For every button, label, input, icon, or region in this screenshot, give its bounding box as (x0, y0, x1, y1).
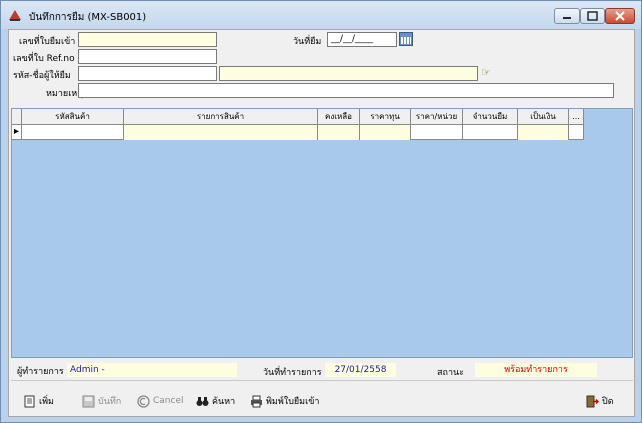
save-label: บันทึก (98, 397, 122, 407)
cell-cost[interactable] (360, 125, 411, 140)
cell-code[interactable] (22, 125, 124, 140)
save-button[interactable]: บันทึก (82, 391, 121, 411)
col-header-quantity[interactable]: จำนวนยืม (463, 109, 518, 125)
maximize-icon (587, 11, 598, 21)
remark-field[interactable] (78, 83, 614, 98)
col-header-balance[interactable]: คงเหลือ (318, 109, 360, 125)
doc-no-field[interactable] (78, 32, 217, 47)
print-label: พิมพ์ใบยืมเข้า (266, 397, 320, 407)
search-button[interactable]: ค้นหา (196, 391, 235, 411)
col-header-cost[interactable]: ราคาทุน (360, 109, 411, 125)
toolbar-divider (11, 380, 633, 381)
lender-label: รหัส-ชื่อผู้ให้ยืม (13, 71, 71, 81)
save-icon (82, 395, 95, 407)
borrow-date-field[interactable]: __/__/____ (327, 32, 397, 47)
col-header-more[interactable]: ... (569, 109, 584, 125)
table-row[interactable]: ▸ (12, 125, 584, 140)
cell-more[interactable] (569, 125, 584, 140)
app-window: บันทึกการยืม (MX-SB001) เลขที่ใบยืมเข้า … (0, 0, 642, 423)
add-label: เพิ่ม (39, 397, 54, 407)
add-doc-icon (24, 395, 35, 407)
grid-corner (12, 109, 22, 125)
cell-quantity[interactable] (463, 125, 518, 140)
col-header-amount[interactable]: เป็นเงิน (518, 109, 569, 125)
close-button[interactable]: ปิด (586, 391, 614, 411)
printer-icon (251, 395, 262, 407)
state-value: พร้อมทำรายการ (475, 363, 597, 377)
doc-no-label: เลขที่ใบยืมเข้า (19, 37, 76, 47)
col-header-item[interactable]: รายการสินค้า (124, 109, 318, 125)
search-label: ค้นหา (212, 397, 236, 407)
items-grid[interactable]: รหัสสินค้า รายการสินค้า คงเหลือ ราคาทุน … (11, 108, 633, 358)
print-button[interactable]: พิมพ์ใบยืมเข้า (250, 391, 319, 411)
col-header-code[interactable]: รหัสสินค้า (22, 109, 124, 125)
close-window-button[interactable] (605, 8, 635, 24)
cell-balance[interactable] (318, 125, 360, 140)
user-label: ผู้ทำรายการ (17, 367, 64, 377)
lender-code-field[interactable] (78, 66, 217, 81)
created-date-value: 27/01/2558 (325, 363, 396, 377)
maximize-button[interactable] (580, 8, 605, 24)
col-header-unit-price[interactable]: ราคา/หน่วย (411, 109, 463, 125)
lookup-icon[interactable]: ☞ (481, 67, 495, 79)
cell-unit-price[interactable] (411, 125, 463, 140)
minimize-icon (563, 17, 571, 19)
form-body: เลขที่ใบยืมเข้า วันที่ยืม __/__/____ เลข… (8, 29, 635, 417)
cancel-label: Cancel (153, 396, 184, 406)
user-value: Admin - (67, 363, 237, 377)
cell-amount[interactable] (518, 125, 569, 140)
calendar-icon[interactable] (399, 32, 413, 46)
lender-name-field[interactable] (219, 66, 478, 81)
row-marker: ▸ (12, 125, 22, 140)
close-label: ปิด (602, 397, 614, 407)
exit-icon (586, 395, 599, 407)
ref-no-label: เลขที่ใบ Ref.no (13, 54, 75, 64)
created-date-label: วันที่ทำรายการ (263, 368, 322, 378)
binoculars-icon (196, 396, 209, 406)
ref-no-field[interactable] (78, 49, 217, 64)
minimize-button[interactable] (554, 8, 580, 24)
grid-header: รหัสสินค้า รายการสินค้า คงเหลือ ราคาทุน … (12, 109, 584, 125)
borrow-date-label: วันที่ยืม (293, 37, 322, 47)
app-icon (9, 10, 21, 21)
add-button[interactable]: เพิ่ม (23, 391, 54, 411)
window-title: บันทึกการยืม (MX-SB001) (29, 12, 147, 23)
cell-item[interactable] (124, 125, 318, 140)
state-label: สถานะ (437, 368, 464, 378)
close-icon (615, 11, 625, 21)
cancel-button[interactable]: Cancel (137, 391, 184, 411)
title-bar[interactable]: บันทึกการยืม (MX-SB001) (1, 1, 641, 29)
cancel-icon (137, 394, 150, 408)
